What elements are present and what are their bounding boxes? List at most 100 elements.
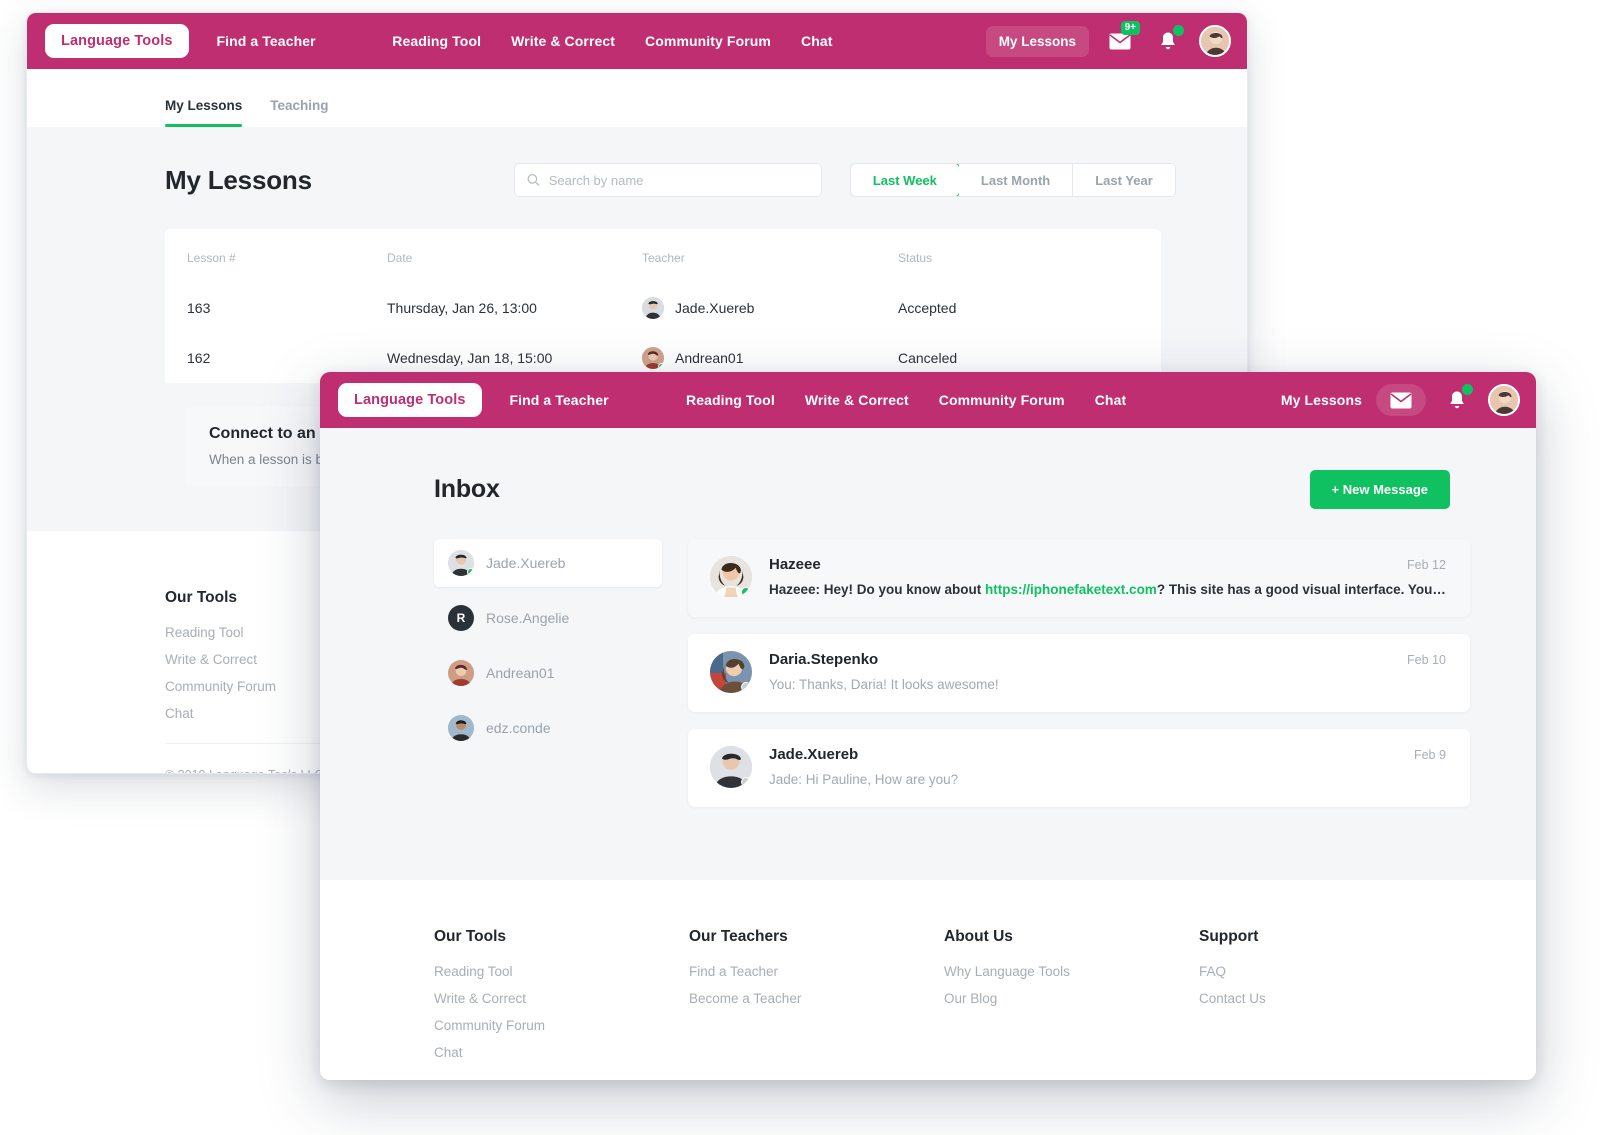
threads-list: Hazeee Feb 12 Hazeee: Hey! Do you know a… bbox=[688, 539, 1470, 824]
footer-column-support: Support FAQ Contact Us bbox=[1199, 928, 1266, 1072]
contact-name: Rose.Angelie bbox=[486, 610, 570, 626]
contact-name: Jade.Xuereb bbox=[486, 555, 566, 571]
envelope-icon bbox=[1109, 33, 1131, 49]
user-avatar-front[interactable] bbox=[1487, 384, 1520, 416]
nav-write-correct-back[interactable]: Write & Correct bbox=[511, 33, 615, 49]
footer-link-our-blog[interactable]: Our Blog bbox=[944, 991, 1199, 1006]
notifications-button-back[interactable] bbox=[1151, 25, 1185, 56]
contact-item-andrean01[interactable]: Andrean01 bbox=[434, 649, 662, 697]
online-dot bbox=[467, 568, 474, 576]
footer-link-why-language-tools[interactable]: Why Language Tools bbox=[944, 964, 1199, 979]
back-navbar: Language Tools Find a Teacher Reading To… bbox=[27, 13, 1247, 69]
tab-my-lessons[interactable]: My Lessons bbox=[165, 98, 243, 127]
nav-chat-back[interactable]: Chat bbox=[801, 33, 833, 49]
offline-dot bbox=[741, 777, 751, 787]
search-icon bbox=[527, 174, 540, 186]
contact-avatar bbox=[448, 550, 474, 576]
thread-item-hazeee[interactable]: Hazeee Feb 12 Hazeee: Hey! Do you know a… bbox=[688, 539, 1470, 617]
footer-link-write-correct[interactable]: Write & Correct bbox=[434, 991, 689, 1006]
thread-item-jade-xuereb[interactable]: Jade.Xuereb Feb 9 Jade: Hi Pauline, How … bbox=[688, 729, 1470, 807]
thread-header: Jade.Xuereb Feb 9 bbox=[769, 746, 1446, 763]
thread-sender-name: Hazeee bbox=[769, 556, 821, 573]
footer-link-faq[interactable]: FAQ bbox=[1199, 964, 1266, 979]
thread-avatar bbox=[710, 651, 752, 693]
avatar-photo bbox=[1200, 27, 1229, 55]
col-header-date: Date bbox=[387, 251, 413, 265]
footer-columns: Our Tools Reading Tool Write & Correct C… bbox=[434, 928, 1450, 1072]
inbox-body: Inbox + New Message Jade.Xuereb R Rose.A… bbox=[320, 428, 1536, 880]
nav-community-forum-front[interactable]: Community Forum bbox=[939, 392, 1065, 408]
offline-dot bbox=[741, 682, 751, 692]
nav-community-forum-back[interactable]: Community Forum bbox=[645, 33, 771, 49]
thread-date: Feb 9 bbox=[1413, 748, 1446, 762]
teacher-avatar bbox=[642, 297, 664, 319]
filter-last-month[interactable]: Last Month bbox=[958, 164, 1074, 196]
thread-preview-before: Hazeee: Hey! Do you know about bbox=[769, 582, 986, 597]
nav-reading-tool-front[interactable]: Reading Tool bbox=[686, 392, 775, 408]
mail-button-back[interactable]: 9+ bbox=[1103, 21, 1140, 56]
thread-date: Feb 12 bbox=[1406, 558, 1446, 572]
table-header-row: Lesson # Date Teacher Status bbox=[165, 251, 1161, 283]
brand-logo-front[interactable]: Language Tools bbox=[338, 383, 482, 417]
search-input[interactable] bbox=[548, 172, 809, 188]
lessons-table-card: Lesson # Date Teacher Status 163 Thursda… bbox=[165, 229, 1161, 383]
nav-reading-tool-back[interactable]: Reading Tool bbox=[392, 33, 481, 49]
col-header-status: Status bbox=[898, 251, 933, 265]
front-nav-center: Reading Tool Write & Correct Community F… bbox=[686, 392, 1126, 408]
search-box[interactable] bbox=[513, 163, 822, 197]
new-message-button[interactable]: + New Message bbox=[1309, 470, 1450, 509]
mail-unread-badge: 9+ bbox=[1120, 21, 1140, 35]
inbox-header-row: Inbox + New Message bbox=[434, 470, 1450, 509]
thread-preview-link[interactable]: https://iphonefaketext.com bbox=[985, 582, 1157, 597]
screenshot-stage: Language Tools Find a Teacher Reading To… bbox=[0, 0, 1600, 1135]
footer-column-about-us: About Us Why Language Tools Our Blog bbox=[944, 928, 1199, 1072]
notification-dot-back bbox=[1172, 25, 1184, 36]
user-avatar-back[interactable] bbox=[1198, 25, 1231, 57]
front-navbar: Language Tools Find a Teacher Reading To… bbox=[320, 372, 1536, 428]
contact-avatar bbox=[448, 715, 474, 741]
nav-my-lessons-front[interactable]: My Lessons bbox=[1281, 392, 1362, 408]
teacher-name: Andrean01 bbox=[675, 350, 744, 366]
table-row[interactable]: 163 Thursday, Jan 26, 13:00 Jade.Xuereb … bbox=[165, 283, 1161, 333]
nav-chat-front[interactable]: Chat bbox=[1095, 392, 1127, 408]
inbox-window: Language Tools Find a Teacher Reading To… bbox=[320, 372, 1536, 1080]
back-nav-center: Reading Tool Write & Correct Community F… bbox=[392, 33, 832, 49]
footer-link-contact-us[interactable]: Contact Us bbox=[1199, 991, 1266, 1006]
filter-last-year[interactable]: Last Year bbox=[1073, 164, 1175, 196]
nav-my-lessons-back[interactable]: My Lessons bbox=[985, 25, 1089, 57]
thread-content: Hazeee Feb 12 Hazeee: Hey! Do you know a… bbox=[769, 556, 1446, 598]
nav-find-a-teacher-back[interactable]: Find a Teacher bbox=[217, 33, 316, 49]
footer-link-reading-tool[interactable]: Reading Tool bbox=[434, 964, 689, 979]
footer-link-chat[interactable]: Chat bbox=[434, 1045, 689, 1060]
footer-column-our-teachers: Our Teachers Find a Teacher Become a Tea… bbox=[689, 928, 944, 1072]
inbox-columns: Jade.Xuereb R Rose.Angelie Andrean01 edz… bbox=[434, 539, 1470, 824]
notifications-button-front[interactable] bbox=[1440, 384, 1474, 415]
thread-preview: You: Thanks, Daria! It looks awesome! bbox=[769, 677, 999, 692]
thread-preview: Hazeee: Hey! Do you know about https://i… bbox=[769, 582, 1446, 597]
contact-item-jade-xuereb[interactable]: Jade.Xuereb bbox=[434, 539, 662, 587]
thread-avatar bbox=[710, 746, 752, 788]
online-dot bbox=[741, 587, 751, 597]
footer-heading: Support bbox=[1199, 928, 1259, 945]
thread-header: Daria.Stepenko Feb 10 bbox=[769, 651, 1446, 668]
thread-sender-name: Jade.Xuereb bbox=[769, 746, 859, 763]
tab-teaching[interactable]: Teaching bbox=[270, 98, 328, 127]
mail-button-front[interactable] bbox=[1375, 384, 1426, 416]
thread-preview-after: ? This site has a good visual interface.… bbox=[1156, 582, 1446, 597]
contact-item-edz-conde[interactable]: edz.conde bbox=[434, 704, 662, 752]
footer-link-community-forum[interactable]: Community Forum bbox=[434, 1018, 689, 1033]
col-header-teacher: Teacher bbox=[642, 251, 685, 265]
nav-write-correct-front[interactable]: Write & Correct bbox=[805, 392, 909, 408]
cell-teacher: Andrean01 bbox=[642, 347, 876, 369]
footer-link-find-a-teacher[interactable]: Find a Teacher bbox=[689, 964, 944, 979]
filter-last-week[interactable]: Last Week bbox=[850, 164, 960, 196]
front-footer: Our Tools Reading Tool Write & Correct C… bbox=[320, 880, 1536, 1080]
thread-preview: Jade: Hi Pauline, How are you? bbox=[769, 772, 959, 787]
nav-find-a-teacher-front[interactable]: Find a Teacher bbox=[510, 392, 609, 408]
date-filter-group: Last Week Last Month Last Year bbox=[849, 163, 1176, 197]
brand-logo-back[interactable]: Language Tools bbox=[45, 24, 189, 58]
contact-item-rose-angelie[interactable]: R Rose.Angelie bbox=[434, 594, 662, 642]
thread-item-daria-stepenko[interactable]: Daria.Stepenko Feb 10 You: Thanks, Daria… bbox=[688, 634, 1470, 712]
avatar-photo bbox=[1489, 386, 1518, 414]
footer-link-become-a-teacher[interactable]: Become a Teacher bbox=[689, 991, 944, 1006]
